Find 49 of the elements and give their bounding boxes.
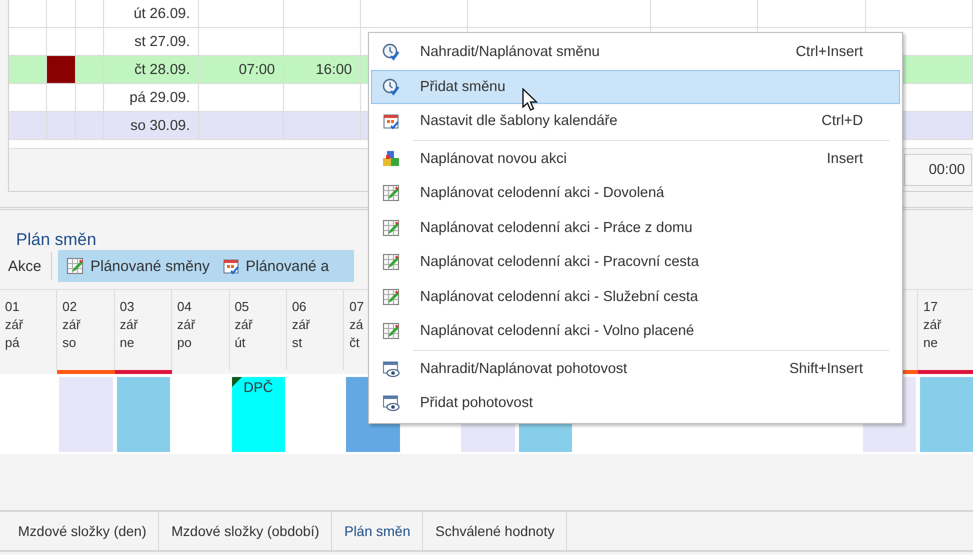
menu-item-label: Nastavit dle šablony kalendáře: [420, 113, 618, 130]
date-cell: čt 28.09.: [134, 62, 190, 78]
month-label: zář: [234, 316, 253, 334]
date-cell: pá 29.09.: [130, 90, 190, 106]
shortcut-label: Ctrl+Insert: [796, 44, 863, 60]
weekday-label: ne: [120, 334, 134, 352]
day-number: 17: [923, 298, 938, 316]
day-number: 01: [5, 298, 20, 316]
date-cell: st 27.09.: [134, 34, 190, 50]
month-label: zář: [292, 316, 310, 334]
menu-item-label: Nahradit/Naplánovat směnu: [420, 44, 601, 60]
shortcut-label: Ctrl+D: [822, 113, 863, 130]
day-number: 03: [120, 298, 134, 316]
weekday-label: ne: [923, 334, 938, 352]
end-time-cell: 16:00: [316, 62, 352, 78]
weekday-label: st: [292, 334, 302, 352]
day-number: 05: [234, 298, 250, 316]
menu-item-label: Naplánovat celodenní akci - Služební cesta: [420, 288, 700, 305]
section-title: Plán směn: [16, 230, 96, 250]
shift-code: DPČ: [243, 379, 274, 395]
weekday-label: út: [234, 334, 246, 352]
weekday-label: čt: [349, 334, 360, 352]
day-number: 07: [349, 298, 364, 316]
month-label: zář: [5, 316, 24, 334]
date-cell: út 26.09.: [134, 6, 190, 22]
menu-item-label: Přidat směnu: [420, 78, 506, 95]
total-field: 00:00: [904, 154, 972, 186]
day-number: 06: [292, 298, 306, 316]
month-label: zář: [120, 316, 138, 334]
menu-item-label: Naplánovat novou akci: [420, 150, 568, 167]
menu-item-label: Naplánovat celodenní akci - Dovolená: [420, 185, 666, 202]
month-label: zá: [349, 316, 364, 334]
menu-item-label: Přidat pohotovost: [420, 395, 534, 412]
menu-item-label: Naplánovat celodenní akci - Práce z domu: [420, 220, 694, 236]
date-cell: so 30.09.: [130, 118, 190, 134]
menu-item-label: Nahradit/Naplánovat pohotovost: [420, 360, 628, 377]
start-time-cell: 07:00: [238, 62, 275, 78]
weekday-label: pá: [5, 334, 20, 352]
shortcut-label: Shift+Insert: [789, 360, 863, 377]
menu-item-label: Naplánovat celodenní akci - Pracovní cesta: [420, 254, 700, 270]
weekday-label: po: [177, 334, 192, 352]
shortcut-label: Insert: [826, 150, 863, 167]
day-number: 02: [62, 298, 77, 316]
month-label: zář: [62, 316, 80, 334]
month-label: zář: [923, 316, 942, 334]
weekday-label: so: [62, 334, 76, 352]
month-label: zář: [177, 316, 196, 334]
menu-item-label: Naplánovat celodenní akci - Volno placené: [420, 323, 696, 340]
day-number: 04: [177, 298, 192, 316]
